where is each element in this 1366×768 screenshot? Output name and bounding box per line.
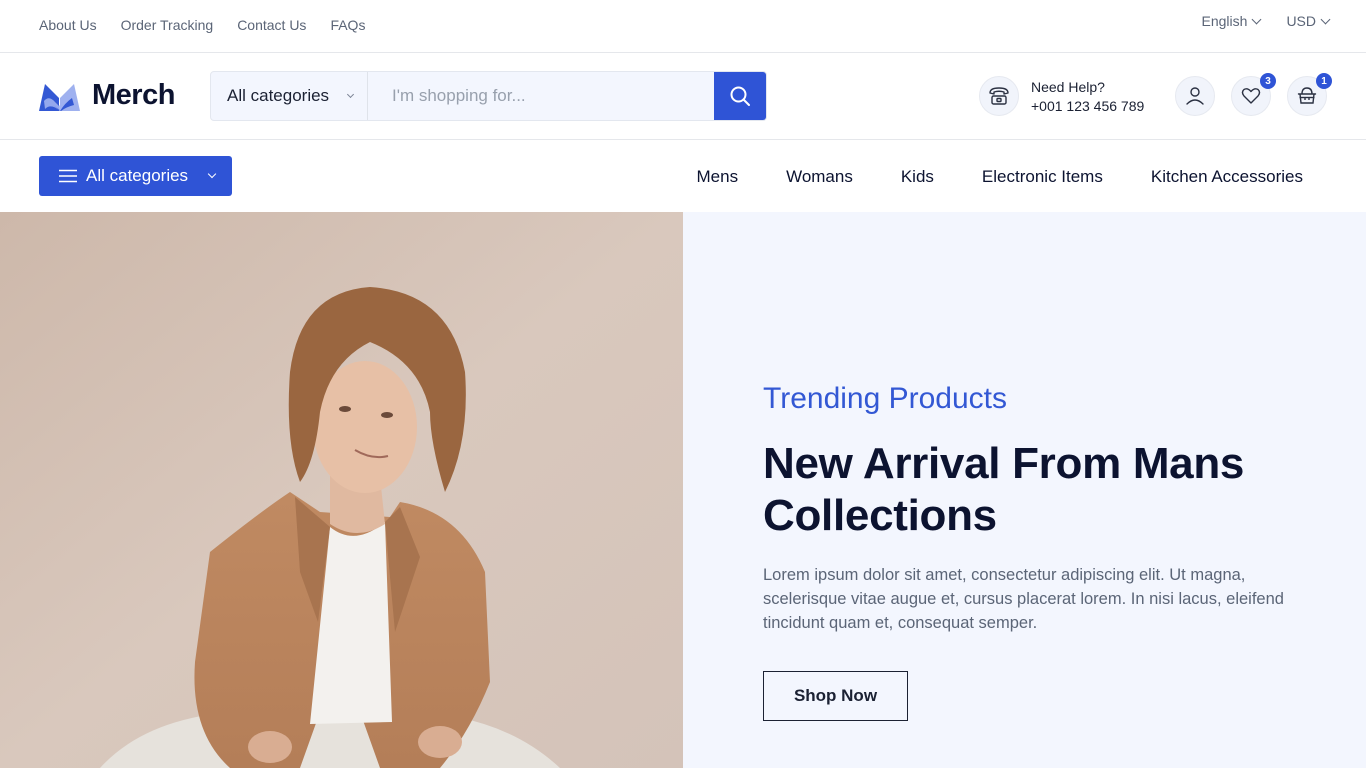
wishlist-count-badge: 3 xyxy=(1260,73,1276,89)
main-header: Merch All categories Need Help? +001 123… xyxy=(0,53,1366,140)
hero-image xyxy=(0,212,683,768)
chevron-down-icon xyxy=(1251,14,1262,24)
header-actions: 3 1 xyxy=(1175,73,1332,116)
currency-value: USD xyxy=(1286,13,1316,29)
account-button[interactable] xyxy=(1175,76,1215,116)
category-nav: All categories Mens Womans Kids Electron… xyxy=(0,140,1366,212)
logo[interactable]: Merch xyxy=(39,79,175,112)
hero-eyebrow: Trending Products xyxy=(763,382,1008,415)
hero-description: Lorem ipsum dolor sit amet, consectetur … xyxy=(763,566,1284,632)
menu-icon xyxy=(59,169,77,183)
faqs-link[interactable]: FAQs xyxy=(330,17,365,33)
search-input[interactable] xyxy=(368,72,714,120)
hero-headline: New Arrival From Mans Collections xyxy=(763,439,1245,540)
top-links: About Us Order Tracking Contact Us FAQs xyxy=(39,17,365,33)
nav-link-electronic-items[interactable]: Electronic Items xyxy=(982,167,1103,187)
phone-button[interactable] xyxy=(979,76,1019,116)
order-tracking-link[interactable]: Order Tracking xyxy=(121,17,214,33)
hero-content: Trending Products New Arrival From Mans … xyxy=(683,212,1366,768)
top-right-selectors: English USD xyxy=(1201,13,1331,29)
help-contact: Need Help? +001 123 456 789 xyxy=(979,76,1144,116)
search-icon xyxy=(730,86,750,106)
search-category-value: All categories xyxy=(227,86,330,105)
language-select[interactable]: English xyxy=(1201,13,1262,29)
basket-icon xyxy=(1297,87,1317,104)
telephone-icon xyxy=(989,87,1009,105)
nav-link-mens[interactable]: Mens xyxy=(697,167,739,187)
chevron-down-icon xyxy=(207,169,217,179)
about-us-link[interactable]: About Us xyxy=(39,17,97,33)
all-categories-button[interactable]: All categories xyxy=(39,156,232,196)
chevron-down-icon xyxy=(346,90,355,98)
search-bar: All categories xyxy=(210,71,767,121)
cart-count-badge: 1 xyxy=(1316,73,1332,89)
currency-select[interactable]: USD xyxy=(1286,13,1331,29)
user-icon xyxy=(1186,87,1204,105)
nav-link-womans[interactable]: Womans xyxy=(786,167,853,187)
logo-icon xyxy=(39,83,80,111)
heart-icon xyxy=(1241,88,1261,104)
nav-link-kitchen-accessories[interactable]: Kitchen Accessories xyxy=(1151,167,1303,187)
main-nav-links: Mens Womans Kids Electronic Items Kitche… xyxy=(697,167,1304,187)
logo-text: Merch xyxy=(92,79,175,111)
all-categories-label: All categories xyxy=(86,166,189,185)
wishlist-button[interactable]: 3 xyxy=(1231,73,1276,116)
chevron-down-icon xyxy=(1320,14,1331,24)
help-phone[interactable]: +001 123 456 789 xyxy=(1031,98,1144,114)
hero-photo-illustration xyxy=(0,212,683,768)
shop-now-button[interactable]: Shop Now xyxy=(763,671,908,721)
help-text: Need Help? +001 123 456 789 xyxy=(1031,79,1144,114)
search-button[interactable] xyxy=(714,72,766,120)
top-bar: About Us Order Tracking Contact Us FAQs … xyxy=(0,0,1366,53)
language-value: English xyxy=(1201,13,1248,29)
help-label: Need Help? xyxy=(1031,78,1105,95)
search-category-select[interactable]: All categories xyxy=(211,72,368,120)
contact-us-link[interactable]: Contact Us xyxy=(237,17,306,33)
cart-button[interactable]: 1 xyxy=(1287,73,1332,116)
nav-link-kids[interactable]: Kids xyxy=(901,167,934,187)
